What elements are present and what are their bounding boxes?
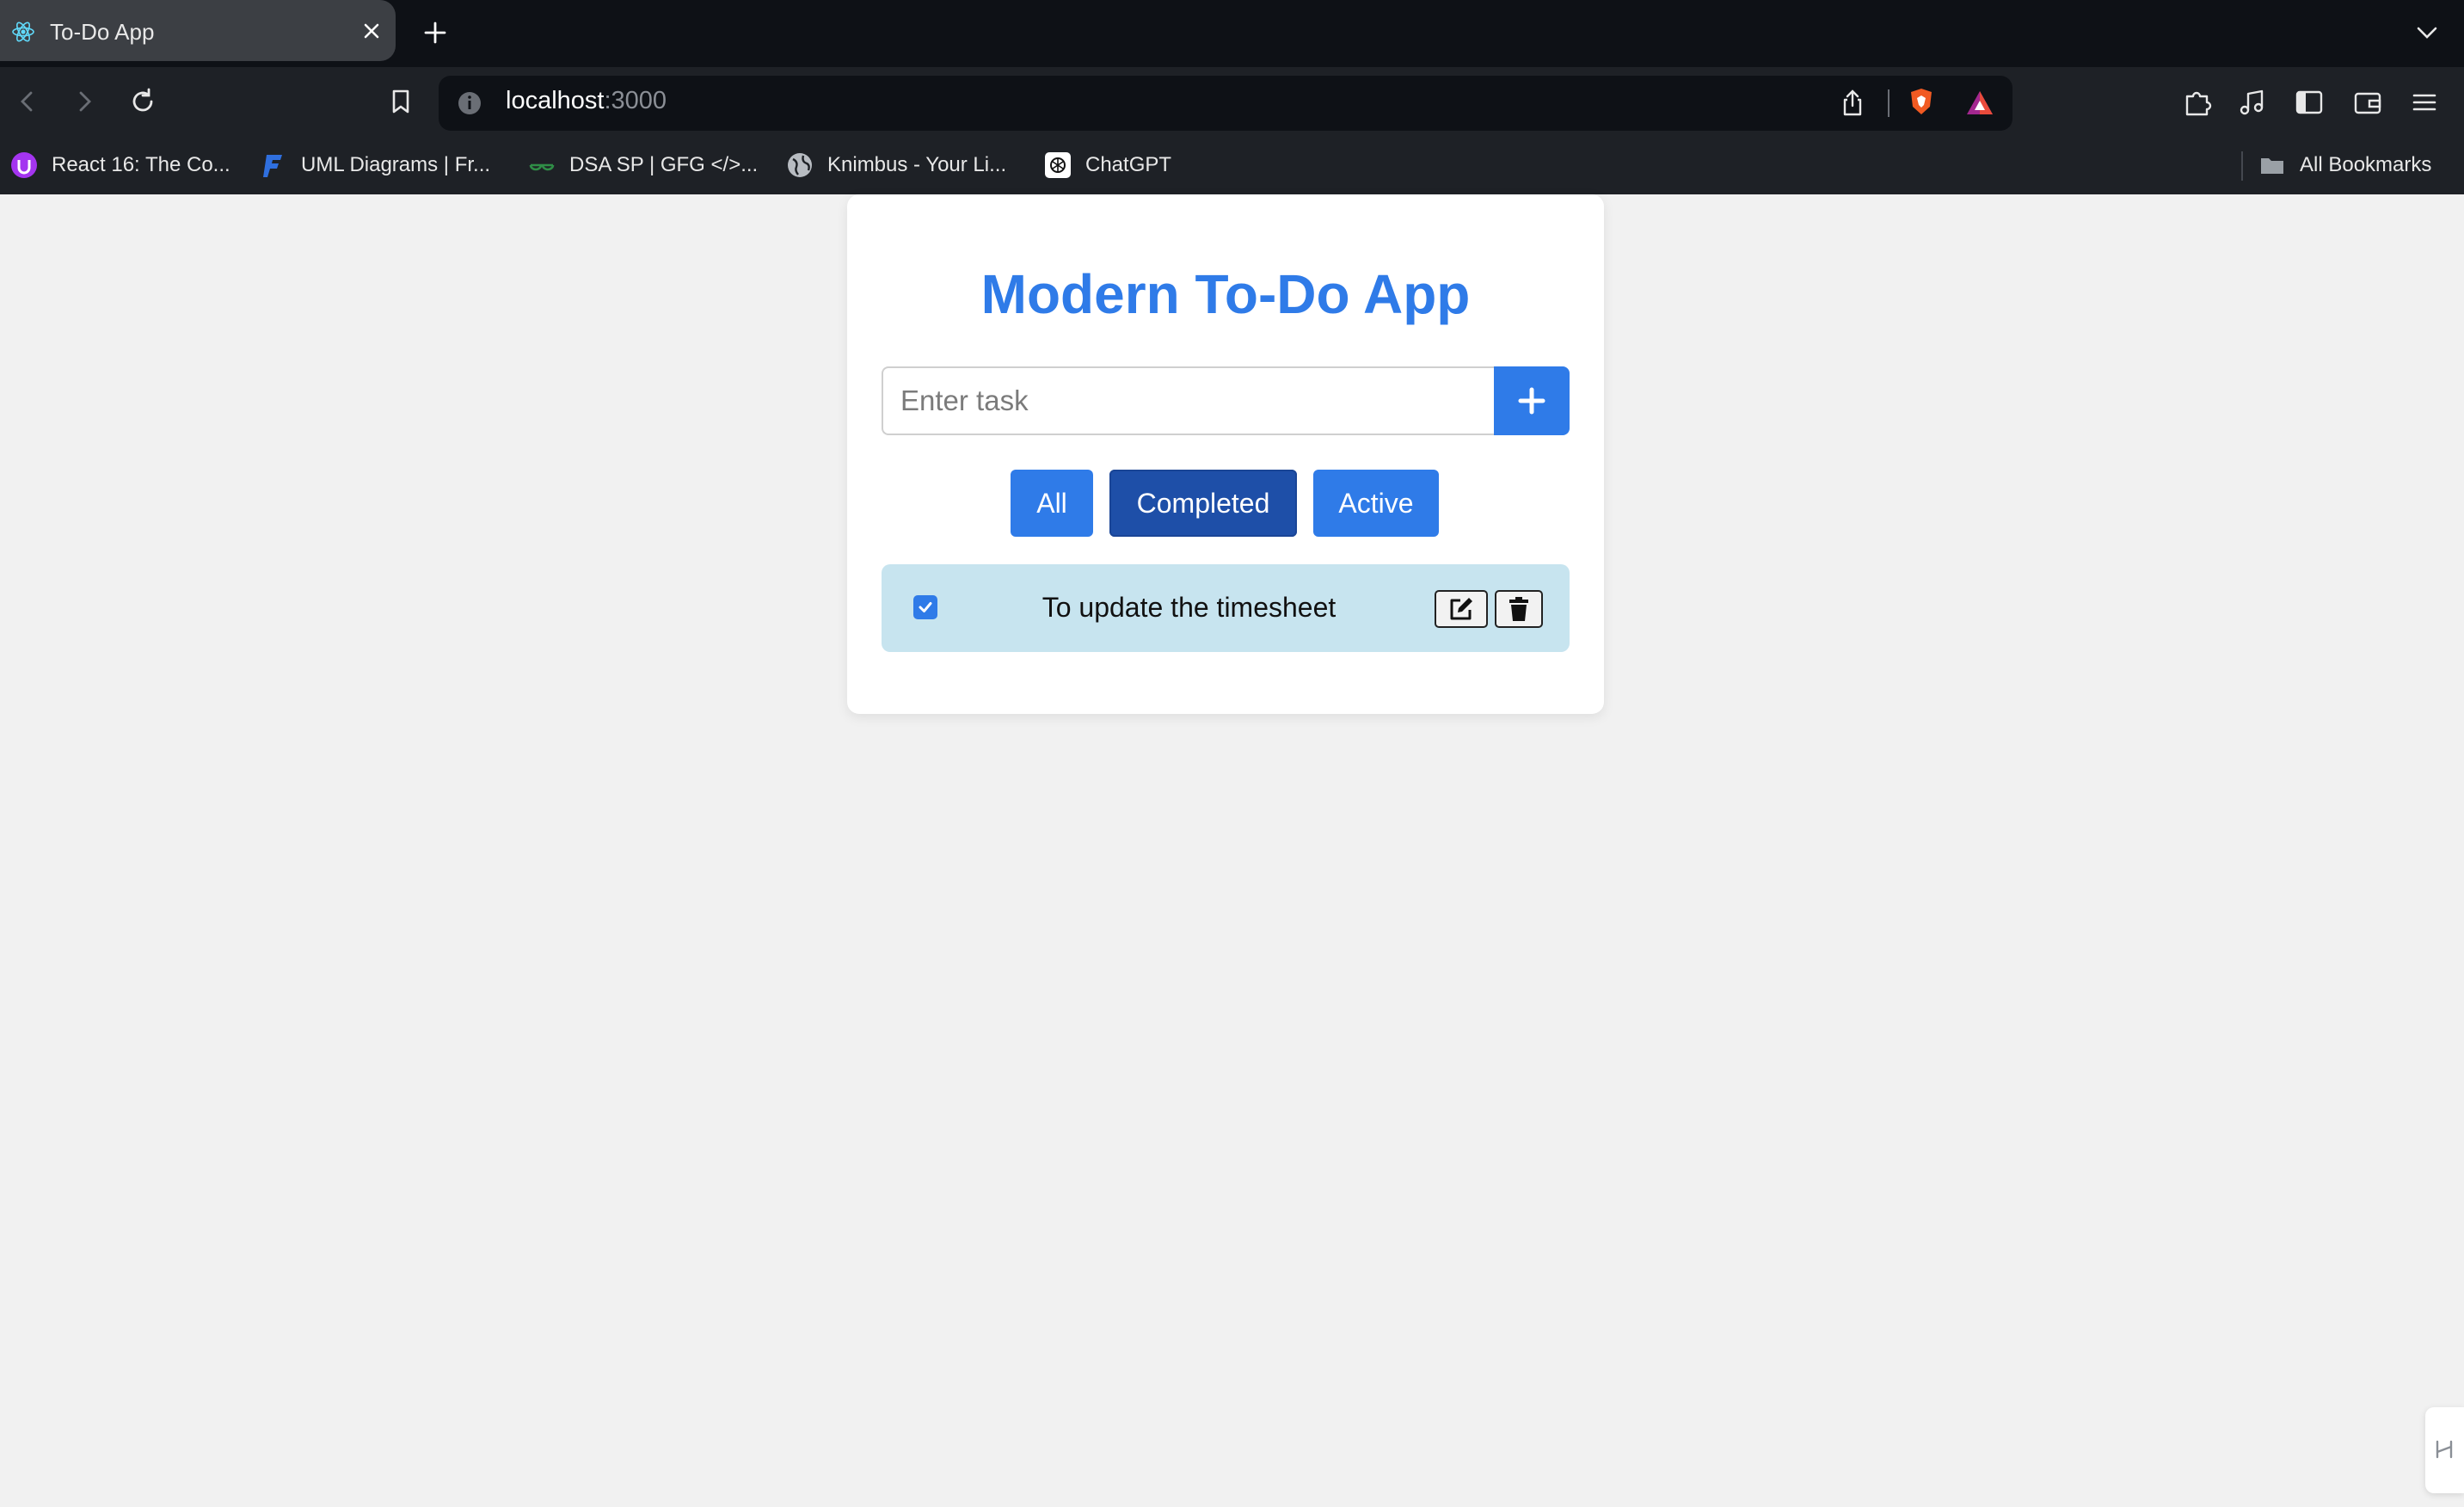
sidebar-icon[interactable] (2293, 86, 2326, 119)
trash-icon (1509, 597, 1528, 621)
checkmark-icon (919, 602, 932, 612)
close-icon[interactable] (361, 21, 382, 41)
bookmark-label: UML Diagrams | Fr... (301, 153, 491, 176)
grip-icon (2436, 1440, 2453, 1459)
chevron-down-icon[interactable] (2415, 24, 2439, 41)
side-widget-tab[interactable] (2425, 1407, 2464, 1493)
filter-completed-button[interactable]: Completed (1109, 470, 1297, 537)
url-host: localhost (506, 87, 605, 114)
bookmark-label: React 16: The Co... (52, 153, 230, 176)
bookmark-item[interactable]: ChatGPT (1044, 148, 1171, 182)
bookmark-item[interactable]: React 16: The Co... (10, 148, 230, 182)
chatgpt-icon (1045, 152, 1071, 178)
react-icon (12, 22, 34, 42)
url-separator (1888, 89, 1889, 117)
reload-icon[interactable] (127, 86, 158, 117)
globe-icon (788, 153, 812, 177)
menu-icon[interactable] (2408, 86, 2441, 119)
bookmark-item[interactable]: DSA SP | GFG </>... (528, 148, 758, 182)
brave-shield-icon[interactable] (1906, 86, 1937, 117)
bookmark-label: ChatGPT (1085, 153, 1172, 176)
wallet-icon[interactable] (2351, 86, 2384, 119)
new-tab-icon[interactable] (423, 21, 447, 45)
tab-title: To-Do App (50, 19, 155, 45)
all-bookmarks-label: All Bookmarks (2300, 153, 2432, 176)
url-text: localhost:3000 (506, 87, 667, 115)
info-icon[interactable] (456, 89, 483, 117)
url-port: :3000 (604, 87, 667, 114)
bookmark-label: DSA SP | GFG </>... (569, 153, 759, 176)
bookmark-icon[interactable] (385, 86, 416, 117)
task-input[interactable] (882, 366, 1494, 435)
add-task-button[interactable] (1494, 366, 1570, 435)
all-bookmarks-button[interactable]: All Bookmarks (2258, 148, 2431, 182)
edit-icon (1450, 598, 1472, 620)
task-checkbox[interactable] (913, 595, 937, 619)
filter-all-button[interactable]: All (1011, 470, 1093, 537)
plus-icon (1518, 387, 1545, 415)
bookmarks-separator (2241, 151, 2243, 181)
address-bar[interactable] (439, 76, 2012, 131)
bookmark-item[interactable]: UML Diagrams | Fr... (260, 148, 490, 182)
media-icon[interactable] (2236, 86, 2269, 119)
share-icon[interactable] (1837, 88, 1868, 119)
bookmark-label: Knimbus - Your Li... (827, 153, 1007, 176)
extensions-icon[interactable] (2181, 86, 2214, 119)
brave-rewards-icon[interactable] (1964, 88, 1995, 119)
forward-icon[interactable] (69, 86, 100, 117)
back-icon[interactable] (12, 86, 43, 117)
gfg-icon (529, 163, 555, 171)
edit-task-button[interactable] (1435, 590, 1488, 628)
delete-task-button[interactable] (1495, 590, 1543, 628)
page-title: Modern To-Do App (980, 263, 1471, 325)
bookmark-item[interactable]: Knimbus - Your Li... (786, 148, 1006, 182)
udemy-icon (11, 152, 37, 178)
task-text: To update the timesheet (1042, 592, 1336, 623)
uml-icon (263, 155, 282, 177)
filter-active-button[interactable]: Active (1313, 470, 1439, 537)
folder-icon (2261, 158, 2283, 174)
